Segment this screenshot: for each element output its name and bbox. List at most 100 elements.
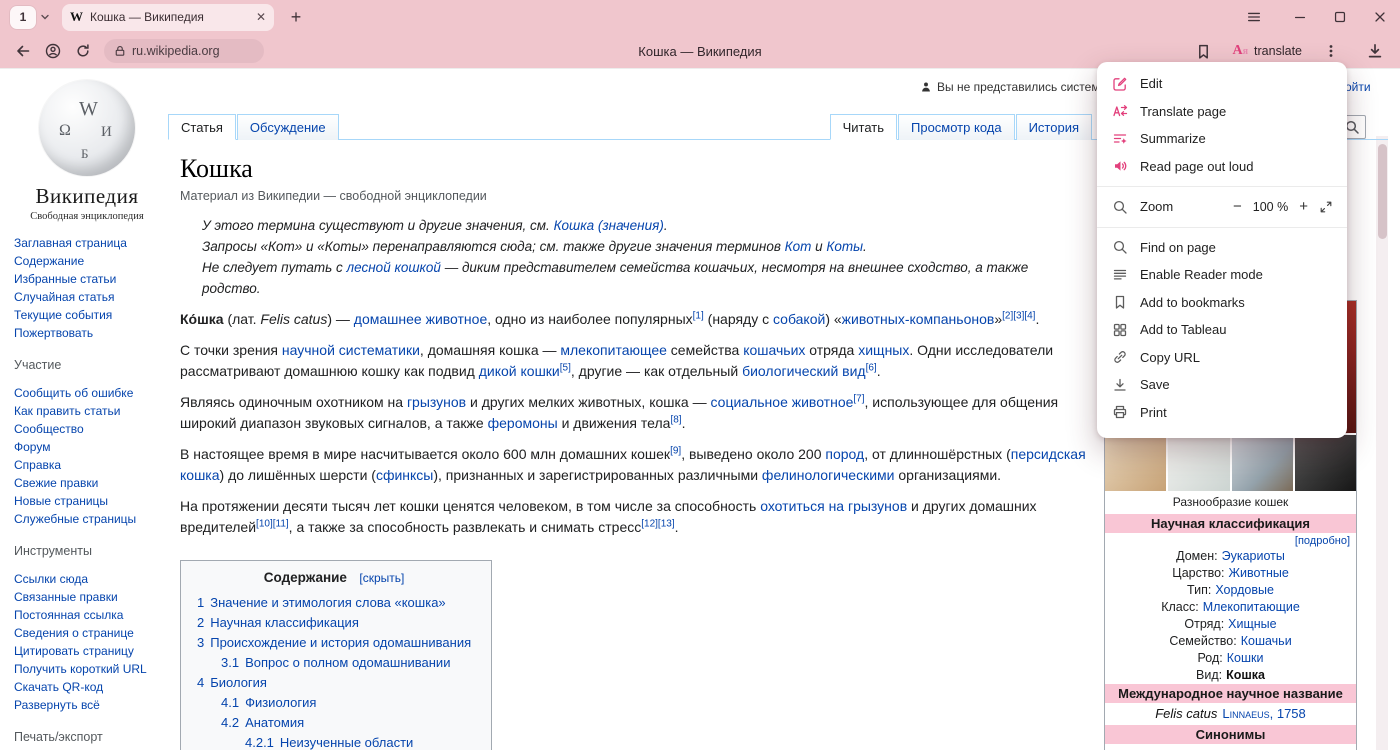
reference-link[interactable]: [9] — [670, 445, 681, 456]
toc-link-label[interactable]: Анатомия — [245, 715, 304, 730]
menu-item-print[interactable]: Print — [1097, 399, 1347, 427]
wiki-link[interactable]: фелинологическими — [762, 467, 895, 483]
sidebar-link[interactable]: Цитировать страницу — [14, 642, 160, 660]
toc-item[interactable]: 1 Значение и этимология слова «кошка» — [197, 593, 471, 613]
infobox-details-link[interactable]: [подробно] — [1295, 535, 1350, 547]
toc-item[interactable]: 4.1Физиология — [197, 693, 471, 713]
menu-item-save[interactable]: Save — [1097, 371, 1347, 399]
toc-link-number[interactable]: 1 — [197, 595, 204, 610]
sidebar-link[interactable]: Ссылки сюда — [14, 570, 160, 588]
wiki-link[interactable]: собакой — [773, 311, 825, 327]
article-tab[interactable]: Обсуждение — [237, 114, 339, 140]
taxonomy-link[interactable]: Животные — [1229, 566, 1289, 580]
sidebar-link[interactable]: Новые страницы — [14, 492, 160, 510]
toc-link-label[interactable]: Происхождение и история одомашнивания — [210, 635, 471, 650]
toc-item[interactable]: 4.2 Анатомия — [197, 713, 471, 733]
toc-item[interactable]: 4.2.1 Неизученные области — [197, 733, 471, 750]
reference-link[interactable]: [12][13] — [641, 518, 674, 529]
refresh-button[interactable] — [68, 36, 98, 66]
wiki-link[interactable]: сфинксы — [376, 467, 433, 483]
sidebar-link[interactable]: Содержание — [14, 252, 160, 270]
taxonomy-link[interactable]: Хищные — [1228, 617, 1276, 631]
profile-icon[interactable] — [38, 36, 68, 66]
taxonomy-link[interactable]: Млекопитающие — [1203, 600, 1300, 614]
sidebar-link[interactable]: Заглавная страница — [14, 234, 160, 252]
toc-link-number[interactable]: 4 — [197, 675, 204, 690]
browser-tab[interactable]: W Кошка — Википедия ✕ — [62, 4, 274, 31]
taxonomy-link[interactable]: Хордовые — [1215, 583, 1274, 597]
sidebar-link[interactable]: Получить короткий URL — [14, 660, 160, 678]
wiki-link[interactable]: домашнее животное — [354, 311, 487, 327]
taxonomy-link[interactable]: Эукариоты — [1222, 549, 1285, 563]
wiki-link[interactable]: Коты — [826, 239, 863, 254]
hamburger-menu-icon[interactable] — [1234, 0, 1274, 34]
reference-link[interactable]: [10][11] — [256, 518, 289, 529]
new-tab-button[interactable]: + — [284, 7, 308, 28]
wiki-link[interactable]: научной систематики — [282, 342, 420, 358]
toc-item[interactable]: 3.1Вопрос о полном одомашнивании — [197, 653, 471, 673]
sidebar-link[interactable]: Текущие события — [14, 306, 160, 324]
article-tab[interactable]: Читать — [830, 114, 897, 140]
toc-link-number[interactable]: 4.2 — [221, 715, 239, 730]
reference-link[interactable]: [7] — [853, 393, 864, 404]
address-bar[interactable]: ru.wikipedia.org — [104, 39, 264, 63]
wiki-link[interactable]: феромоны — [488, 415, 558, 431]
menu-item-summarize[interactable]: Summarize — [1097, 125, 1347, 153]
page-scrollbar[interactable] — [1376, 136, 1388, 750]
menu-item-reader-mode[interactable]: Enable Reader mode — [1097, 261, 1347, 289]
sidebar-link[interactable]: Связанные правки — [14, 588, 160, 606]
toc-item[interactable]: 4 Биология — [197, 673, 471, 693]
menu-item-translate-page[interactable]: Translate page — [1097, 98, 1347, 126]
translate-button[interactable]: Aя translate — [1233, 43, 1303, 59]
toc-link-label[interactable]: Научная классификация — [210, 615, 359, 630]
sidebar-link[interactable]: Развернуть всё — [14, 696, 160, 714]
tab-close-icon[interactable]: ✕ — [256, 11, 266, 23]
toc-link-number[interactable]: 4.1 — [221, 695, 239, 710]
menu-item-edit[interactable]: Edit — [1097, 70, 1347, 98]
fullscreen-icon[interactable] — [1319, 200, 1333, 214]
reference-link[interactable]: [5] — [560, 362, 571, 373]
window-maximize-button[interactable] — [1320, 0, 1360, 34]
toc-item[interactable]: 2 Научная классификация — [197, 613, 471, 633]
wikipedia-logo[interactable]: W Ω И Б — [39, 80, 135, 176]
toc-link-label[interactable]: Неизученные области — [280, 735, 413, 750]
sidebar-link[interactable]: Форум — [14, 438, 160, 456]
toc-link-number[interactable]: 4.2.1 — [245, 735, 274, 750]
window-minimize-button[interactable] — [1280, 0, 1320, 34]
reference-link[interactable]: [6] — [866, 362, 877, 373]
sidebar-link[interactable]: Служебные страницы — [14, 510, 160, 528]
toc-hide-link[interactable]: [скрыть] — [359, 571, 404, 585]
sidebar-link[interactable]: Сообщить об ошибке — [14, 384, 160, 402]
wiki-link[interactable]: млекопитающее — [560, 342, 667, 358]
binomial-author-link[interactable]: Linnaeus, 1758 — [1222, 706, 1305, 721]
wikipedia-wordmark[interactable]: Википедия — [14, 184, 160, 209]
toc-item[interactable]: 3Происхождение и история одомашнивания — [197, 633, 471, 653]
reference-link[interactable]: [8] — [670, 414, 681, 425]
toc-link-label[interactable]: Вопрос о полном одомашнивании — [245, 655, 450, 670]
menu-item-find-on-page[interactable]: Find on page — [1097, 234, 1347, 262]
menu-item-add-to-tableau[interactable]: Add to Tableau — [1097, 316, 1347, 344]
sidebar-link[interactable]: Постоянная ссылка — [14, 606, 160, 624]
menu-item-add-to-bookmarks[interactable]: Add to bookmarks — [1097, 289, 1347, 317]
sidebar-link[interactable]: Сведения о странице — [14, 624, 160, 642]
tab-list-chevron-icon[interactable] — [36, 6, 54, 29]
article-tab[interactable]: Просмотр кода — [898, 114, 1015, 140]
sidebar-link[interactable]: Свежие правки — [14, 474, 160, 492]
sidebar-link[interactable]: Сообщество — [14, 420, 160, 438]
reference-link[interactable]: [2][3][4] — [1002, 310, 1035, 321]
wiki-link[interactable]: лесной кошкой — [347, 260, 441, 275]
toc-link-number[interactable]: 2 — [197, 615, 204, 630]
toc-link-label[interactable]: Биология — [210, 675, 267, 690]
scrollbar-thumb[interactable] — [1378, 144, 1387, 239]
menu-item-read-aloud[interactable]: Read page out loud — [1097, 153, 1347, 181]
wiki-link[interactable]: грызунов — [407, 394, 466, 410]
wiki-link[interactable]: Кот — [785, 239, 812, 254]
menu-item-copy-url[interactable]: Copy URL — [1097, 344, 1347, 372]
taxonomy-link[interactable]: Кошачьи — [1241, 634, 1292, 648]
wiki-link[interactable]: животных-компаньонов — [842, 311, 995, 327]
wiki-link[interactable]: хищных — [858, 342, 909, 358]
sidebar-link[interactable]: Случайная статья — [14, 288, 160, 306]
window-close-button[interactable] — [1360, 0, 1400, 34]
toc-link-label[interactable]: Значение и этимология слова «кошка» — [210, 595, 445, 610]
sidebar-link[interactable]: Скачать QR-код — [14, 678, 160, 696]
